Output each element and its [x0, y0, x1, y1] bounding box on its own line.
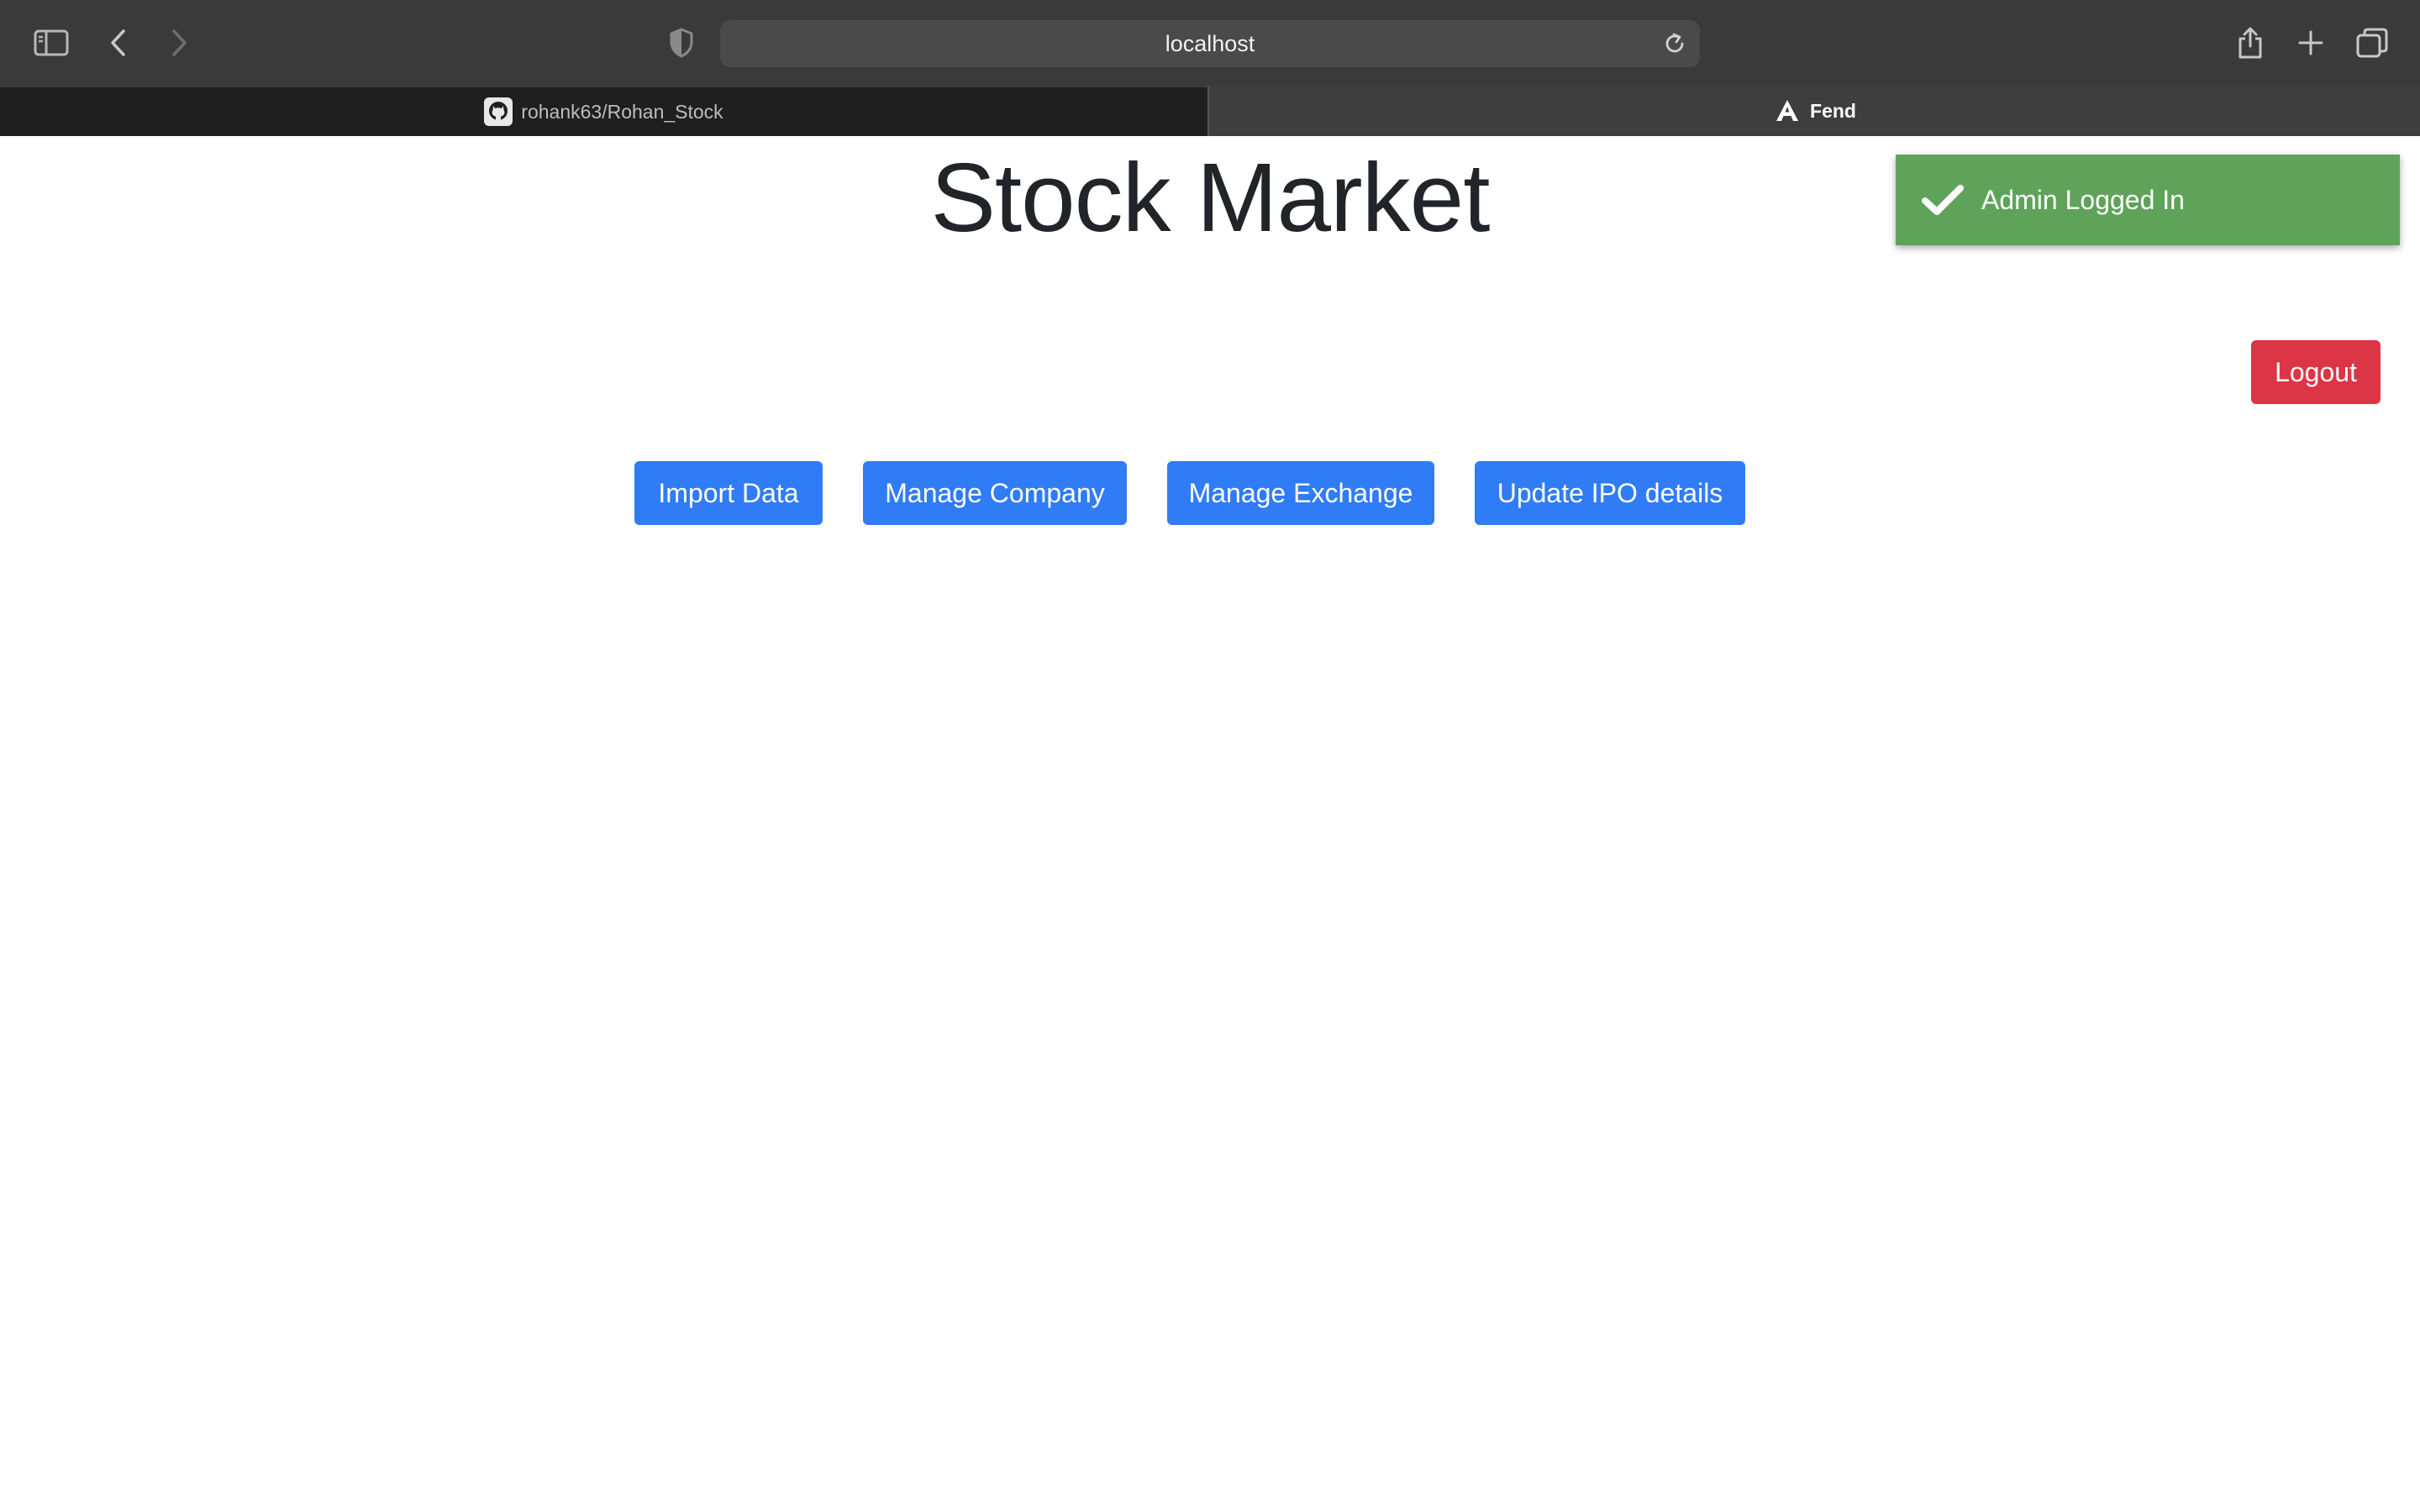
tab-github-label: rohank63/Rohan_Stock: [521, 100, 723, 123]
success-toast[interactable]: Admin Logged In: [1896, 155, 2400, 245]
import-data-button[interactable]: Import Data: [634, 461, 823, 525]
address-bar[interactable]: localhost: [720, 20, 1700, 67]
manage-exchange-button[interactable]: Manage Exchange: [1167, 461, 1434, 525]
logout-button[interactable]: Logout: [2251, 340, 2381, 404]
checkmark-icon: [1919, 176, 1966, 223]
angular-icon: [1773, 97, 1802, 125]
share-icon[interactable]: [2223, 16, 2277, 70]
forward-icon[interactable]: [152, 16, 206, 70]
github-icon: [484, 97, 513, 126]
toast-message: Admin Logged In: [1981, 184, 2185, 215]
page-content: Stock Market Logout Import Data Manage C…: [0, 136, 2420, 1512]
browser-toolbar: localhost: [0, 0, 2420, 86]
tab-fend[interactable]: Fend: [1209, 86, 2420, 136]
privacy-shield-icon[interactable]: [655, 16, 708, 70]
update-ipo-details-button[interactable]: Update IPO details: [1475, 461, 1745, 525]
reload-icon[interactable]: [1661, 30, 1688, 57]
tab-fend-label: Fend: [1810, 99, 1856, 122]
new-tab-icon[interactable]: [2284, 16, 2338, 70]
back-icon[interactable]: [92, 16, 145, 70]
sidebar-toggle-icon[interactable]: [24, 16, 78, 70]
address-text: localhost: [1165, 30, 1255, 56]
tab-github[interactable]: rohank63/Rohan_Stock: [0, 86, 1207, 136]
tab-bar: rohank63/Rohan_Stock Fend: [0, 86, 2420, 136]
tab-overview-icon[interactable]: [2345, 16, 2399, 70]
manage-company-button[interactable]: Manage Company: [863, 461, 1127, 525]
